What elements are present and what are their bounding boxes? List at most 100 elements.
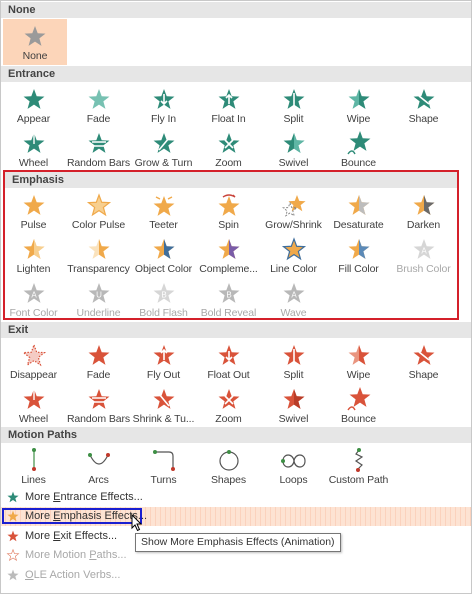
wipe-icon bbox=[348, 89, 369, 109]
effect-fly-in[interactable]: Fly In bbox=[131, 83, 196, 127]
effect-label: Shrink & Tu... bbox=[132, 413, 195, 425]
section-header-none: None bbox=[1, 2, 471, 18]
effect-label: Bounce bbox=[340, 413, 376, 425]
effect-label: Shape bbox=[408, 369, 439, 381]
menu-label-part: aths... bbox=[96, 549, 127, 562]
color-pulse-icon bbox=[86, 193, 111, 217]
svg-text:B: B bbox=[226, 291, 231, 300]
effect-label: Appear bbox=[16, 113, 51, 125]
effect-fade-out[interactable]: Fade bbox=[66, 339, 131, 383]
effect-bounce-out[interactable]: Bounce bbox=[326, 383, 391, 427]
appear-icon bbox=[23, 89, 44, 109]
effect-bold-flash[interactable]: B Bold Flash bbox=[131, 277, 196, 321]
effect-float-in[interactable]: Float In bbox=[196, 83, 261, 127]
effect-label: Arcs bbox=[88, 474, 109, 486]
exit-row: Disappear Fade Fly Out Float Out Split Wipe Sh… bbox=[1, 339, 471, 383]
effect-label: Wipe bbox=[346, 369, 371, 381]
effect-zoom-out[interactable]: Zoom bbox=[196, 383, 261, 427]
effect-label: Color Pulse bbox=[71, 219, 126, 231]
menu-entrance-effects[interactable]: More Entrance Effects... bbox=[1, 487, 471, 507]
pulse-icon bbox=[23, 195, 44, 215]
menu-label: OLE Action Verbs... bbox=[25, 569, 120, 581]
effect-label: Wipe bbox=[346, 113, 371, 125]
effect-object-color[interactable]: Object Color bbox=[131, 233, 196, 277]
effect-spin[interactable]: Spin bbox=[196, 189, 261, 233]
effect-lines-path[interactable]: Lines bbox=[1, 444, 66, 488]
effect-label: Pulse bbox=[20, 219, 47, 231]
turns-path-icon bbox=[152, 450, 175, 471]
effect-fade[interactable]: Fade bbox=[66, 83, 131, 127]
effect-disappear[interactable]: Disappear bbox=[1, 339, 66, 383]
effect-zoom[interactable]: Zoom bbox=[196, 127, 261, 171]
effect-fly-out[interactable]: Fly Out bbox=[131, 339, 196, 383]
effect-custom-path[interactable]: Custom Path bbox=[326, 444, 391, 488]
effect-desaturate[interactable]: Desaturate bbox=[326, 189, 391, 233]
spin-icon bbox=[218, 194, 239, 216]
effect-teeter[interactable]: Teeter bbox=[131, 189, 196, 233]
access-key: P bbox=[89, 549, 97, 562]
effect-wipe-out[interactable]: Wipe bbox=[326, 339, 391, 383]
effect-grow-shrink[interactable]: Grow/Shrink bbox=[261, 189, 326, 233]
menu-emphasis-effects[interactable]: More Emphasis Effects... bbox=[1, 506, 471, 526]
menu-ole-effects[interactable]: OLE Action Verbs... bbox=[1, 565, 471, 585]
effect-label: Grow & Turn bbox=[134, 157, 193, 169]
effect-none[interactable]: None bbox=[3, 19, 67, 65]
effect-wipe[interactable]: Wipe bbox=[326, 83, 391, 127]
motion-row: Lines Arcs Turns Shapes Loops Custom Path bbox=[1, 444, 471, 488]
ole-star-icon bbox=[7, 569, 19, 581]
wheel-out-icon bbox=[23, 389, 44, 409]
effect-underline[interactable]: U Underline bbox=[66, 277, 131, 321]
effect-float-out[interactable]: Float Out bbox=[196, 339, 261, 383]
effect-darken[interactable]: Darken bbox=[391, 189, 456, 233]
fly-out-icon bbox=[153, 345, 174, 365]
bold-reveal-icon: B bbox=[218, 283, 239, 303]
effect-wave[interactable]: A Wave bbox=[261, 277, 326, 321]
effect-loops-path[interactable]: Loops bbox=[261, 444, 326, 488]
effect-shapes-path[interactable]: Shapes bbox=[196, 444, 261, 488]
effect-random-bars[interactable]: Random Bars bbox=[66, 127, 131, 171]
effect-lighten[interactable]: Lighten bbox=[1, 233, 66, 277]
effect-label: Grow/Shrink bbox=[265, 219, 322, 231]
effect-fill-color[interactable]: Fill Color bbox=[326, 233, 391, 277]
svg-text:B: B bbox=[161, 291, 166, 300]
effect-bold-reveal[interactable]: B Bold Reveal bbox=[196, 277, 261, 321]
font-color-icon: A bbox=[23, 283, 44, 303]
effect-grow-turn[interactable]: Grow & Turn bbox=[131, 127, 196, 171]
effect-complementary-color[interactable]: Compleme... bbox=[196, 233, 261, 277]
section-header-emphasis: Emphasis bbox=[5, 172, 457, 188]
shapes-path-icon bbox=[218, 450, 239, 471]
effect-shrink-turn[interactable]: Shrink & Tu... bbox=[131, 383, 196, 427]
effect-line-color[interactable]: Line Color bbox=[261, 233, 326, 277]
mouse-pointer-icon bbox=[131, 514, 143, 532]
effect-pulse[interactable]: Pulse bbox=[1, 189, 66, 233]
effect-brush-color[interactable]: A Brush Color bbox=[391, 233, 456, 277]
effect-wheel-out[interactable]: Wheel bbox=[1, 383, 66, 427]
effect-turns-path[interactable]: Turns bbox=[131, 444, 196, 488]
effect-transparency[interactable]: Transparency bbox=[66, 233, 131, 277]
effect-split[interactable]: Split bbox=[261, 83, 326, 127]
effect-bounce[interactable]: Bounce bbox=[326, 127, 391, 171]
effect-label: Wheel bbox=[18, 413, 49, 425]
effect-arcs-path[interactable]: Arcs bbox=[66, 444, 131, 488]
effect-label: Bold Flash bbox=[139, 307, 188, 319]
effect-shape-out[interactable]: Shape bbox=[391, 339, 456, 383]
menu-label: More Exit Effects... bbox=[25, 530, 117, 542]
effect-swivel[interactable]: Swivel bbox=[261, 127, 326, 171]
effect-swivel-out[interactable]: Swivel bbox=[261, 383, 326, 427]
effect-color-pulse[interactable]: Color Pulse bbox=[66, 189, 131, 233]
shape-out-icon bbox=[413, 345, 434, 365]
effect-appear[interactable]: Appear bbox=[1, 83, 66, 127]
star-gray-icon bbox=[24, 26, 46, 46]
emphasis-row: Pulse Color Pulse Teeter Spin Grow/Shrink Des… bbox=[1, 189, 471, 233]
effect-shape[interactable]: Shape bbox=[391, 83, 456, 127]
effect-random-bars-out[interactable]: Random Bars bbox=[66, 383, 131, 427]
object-color-icon bbox=[153, 239, 174, 259]
effect-font-color[interactable]: A Font Color bbox=[1, 277, 66, 321]
effect-label: Float In bbox=[211, 113, 246, 125]
entrance-star-icon bbox=[7, 491, 19, 503]
effect-label: Wheel bbox=[18, 157, 49, 169]
effect-label: Shape bbox=[408, 113, 439, 125]
effect-split-out[interactable]: Split bbox=[261, 339, 326, 383]
menu-label-part: More bbox=[25, 490, 54, 503]
effect-wheel[interactable]: Wheel bbox=[1, 127, 66, 171]
